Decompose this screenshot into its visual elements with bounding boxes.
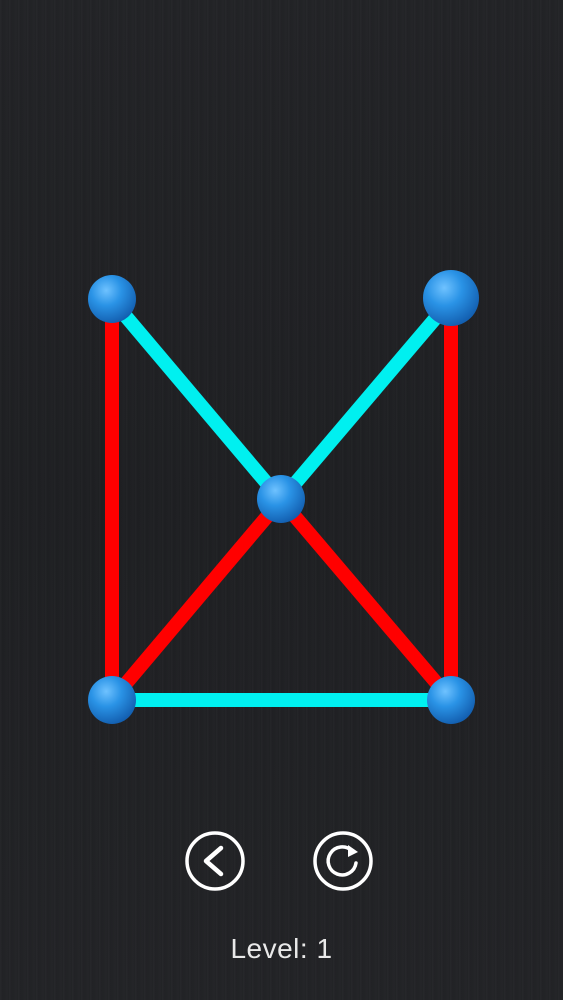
- restart-circle-icon: [313, 831, 373, 891]
- edge-top-left-center: [106, 295, 287, 505]
- level-number: 1: [316, 933, 333, 964]
- level-label-text: Level:: [230, 933, 309, 964]
- edge-center-bottom-right: [275, 495, 457, 705]
- edge-top-right-center: [275, 295, 457, 505]
- node-top-left[interactable]: [88, 275, 136, 323]
- chevron-left-circle-icon: [185, 831, 245, 891]
- back-button[interactable]: [184, 830, 246, 892]
- node-top-right[interactable]: [423, 270, 479, 326]
- node-center[interactable]: [257, 475, 305, 523]
- restart-button[interactable]: [312, 830, 374, 892]
- node-bottom-left[interactable]: [88, 676, 136, 724]
- node-bottom-right[interactable]: [427, 676, 475, 724]
- edge-center-bottom-left: [106, 495, 287, 705]
- level-indicator: Level: 1: [0, 933, 563, 965]
- puzzle-board[interactable]: [0, 0, 563, 1000]
- game-screen: Level: 1: [0, 0, 563, 1000]
